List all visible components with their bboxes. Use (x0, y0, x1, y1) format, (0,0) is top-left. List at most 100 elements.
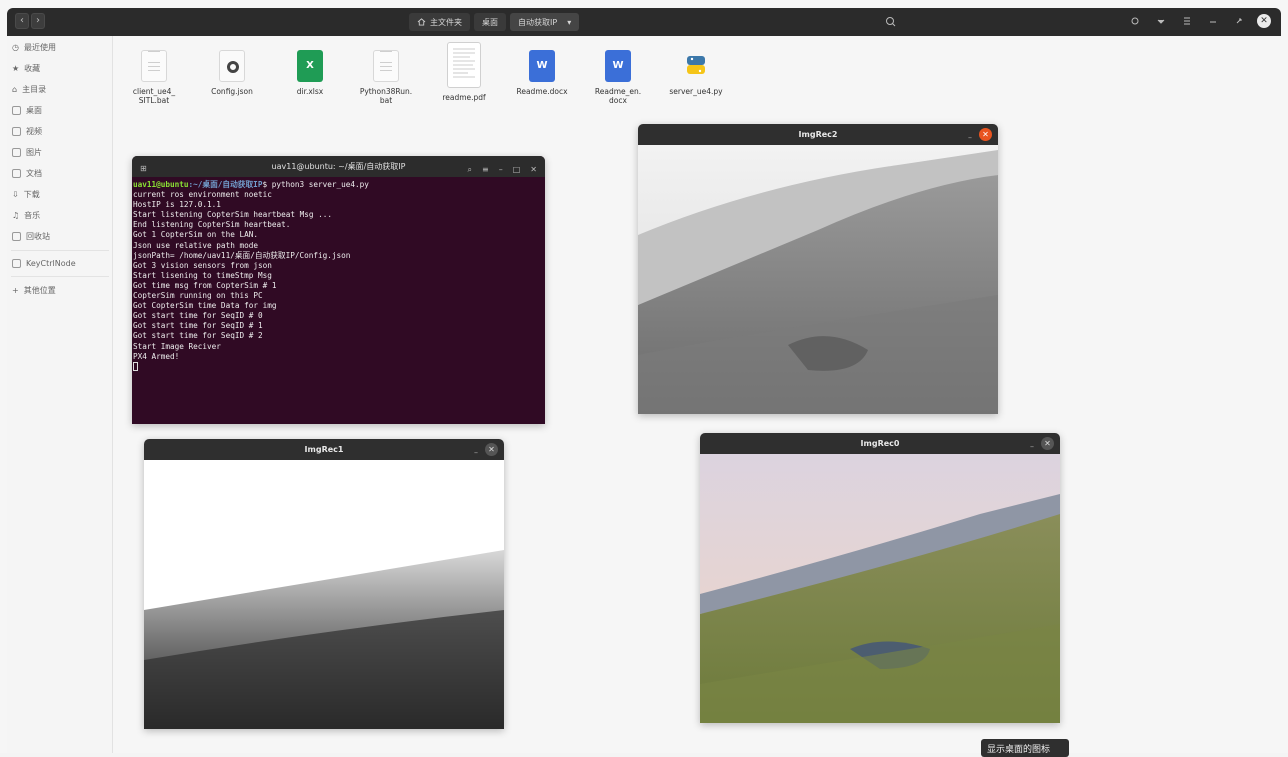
sidebar-item-documents[interactable]: 文档 (12, 166, 42, 180)
header-actions: ✕ (1127, 13, 1271, 29)
sidebar-item-downloads[interactable]: ⇩ 下载 (12, 187, 40, 201)
file-name: readme.pdf (442, 93, 486, 102)
python-file-icon (683, 50, 709, 82)
window-title: ImgRec1 (304, 445, 344, 454)
sidebar-item-other-locations[interactable]: + 其他位置 (12, 283, 56, 297)
sidebar-item-music[interactable]: ♫ 音乐 (12, 208, 40, 222)
pdf-file-icon (447, 42, 481, 88)
terminal-line: Start lisening to timeStmp Msg (133, 270, 272, 280)
file-item[interactable]: readme.pdf (433, 42, 495, 102)
terminal-window[interactable]: ⊞ uav11@ubuntu: ~/桌面/自动获取IP ⌕ ≡ – □ ✕ ua… (132, 156, 545, 424)
plus-icon: + (12, 285, 19, 295)
imgrec2-titlebar[interactable]: ImgRec2 – ✕ (638, 124, 998, 145)
terminal-output[interactable]: uav11@ubuntu:~/桌面/自动获取IP$ python3 server… (132, 177, 545, 375)
sidebar-divider (11, 276, 109, 277)
sidebar-item-home[interactable]: ⌂ 主目录 (12, 82, 46, 96)
maximize-button[interactable] (1231, 13, 1247, 29)
sidebar-item-recent[interactable]: ◷ 最近使用 (12, 40, 56, 54)
window-title: ImgRec0 (860, 439, 900, 448)
camera-image-grayscale (638, 145, 998, 414)
terminal-line: Json use relative path mode (133, 240, 258, 250)
imgrec1-window[interactable]: ImgRec1 – ✕ (144, 439, 504, 729)
imgrec0-titlebar[interactable]: ImgRec0 – ✕ (700, 433, 1060, 454)
file-name: server_ue4.py (669, 87, 723, 96)
text-file-icon (141, 50, 167, 82)
prompt-user: uav11@ubuntu (133, 180, 189, 189)
close-icon[interactable]: ✕ (1041, 437, 1054, 450)
crumb-current-folder[interactable]: 自动获取IP ▾ (510, 13, 580, 31)
sidebar-divider (11, 250, 109, 251)
back-button[interactable]: ‹ (15, 13, 29, 29)
imgrec0-window[interactable]: ImgRec0 – ✕ (700, 433, 1060, 723)
camera-image-depth (144, 460, 504, 729)
sidebar-item-pictures[interactable]: 图片 (12, 145, 42, 159)
file-name: Readme_en. docx (594, 87, 642, 105)
sidebar-item-starred[interactable]: ★ 收藏 (12, 61, 40, 75)
word-file-icon: W (529, 50, 555, 82)
sidebar-item-videos[interactable]: 视频 (12, 124, 42, 138)
home-icon (417, 18, 426, 26)
minimize-icon[interactable]: – (499, 159, 503, 180)
desktop-icon (12, 105, 21, 115)
file-name: Readme.docx (516, 87, 568, 96)
forward-button[interactable]: › (31, 13, 45, 29)
terminal-titlebar[interactable]: ⊞ uav11@ubuntu: ~/桌面/自动获取IP ⌕ ≡ – □ ✕ (132, 156, 545, 177)
sidebar: ◷ 最近使用 ★ 收藏 ⌂ 主目录 桌面 视频 图片 文档 ⇩ 下载 ♫ 音乐 … (7, 36, 113, 753)
close-icon[interactable]: ✕ (485, 443, 498, 456)
crumb-label: 自动获取IP (518, 17, 558, 27)
minimize-icon (1210, 21, 1216, 23)
sidebar-item-trash[interactable]: 回收站 (12, 229, 50, 243)
terminal-title: uav11@ubuntu: ~/桌面/自动获取IP (271, 162, 406, 171)
prompt-command: $ python3 server_ue4.py (262, 180, 369, 189)
file-item[interactable]: W Readme_en. docx (587, 50, 649, 105)
music-icon: ♫ (12, 210, 20, 220)
terminal-line: current ros environment noetic (133, 190, 272, 200)
sidebar-item-label: 视频 (26, 126, 42, 136)
menu-icon[interactable]: ≡ (482, 159, 489, 180)
imgrec1-titlebar[interactable]: ImgRec1 – ✕ (144, 439, 504, 460)
terminal-line: Got 1 CopterSim on the LAN. (133, 230, 258, 240)
crumb-label: 主文件夹 (430, 17, 462, 27)
sidebar-item-keyctrlnode[interactable]: KeyCtrlNode (12, 256, 76, 270)
document-icon (12, 168, 21, 178)
file-item[interactable]: client_ue4_ SITL.bat (123, 50, 185, 105)
file-item[interactable]: Config.json (201, 50, 263, 96)
file-item[interactable]: W Readme.docx (511, 50, 573, 96)
sidebar-item-desktop[interactable]: 桌面 (12, 103, 42, 117)
file-item[interactable]: Python38Run. bat (355, 50, 417, 105)
maximize-icon[interactable]: □ (513, 159, 521, 180)
menu-icon (1184, 17, 1190, 25)
show-desktop-tooltip: 显示桌面的图标 (981, 739, 1069, 757)
json-file-icon (219, 50, 245, 82)
desktop-screen: ‹ › 主文件夹 桌面 自动获取IP ▾ ✕ ◷ 最近使用 ★ 收藏 ⌂ 主目录… (0, 0, 1288, 757)
image-icon (12, 147, 21, 157)
search-icon (886, 17, 896, 27)
drive-icon (12, 258, 21, 268)
sidebar-item-label: 音乐 (24, 210, 41, 220)
star-icon: ★ (12, 63, 20, 73)
terminal-line: Start listening CopterSim heartbeat Msg … (133, 210, 333, 220)
view-options-button[interactable] (1153, 13, 1169, 29)
minimize-button[interactable] (1205, 13, 1221, 29)
crumb-home[interactable]: 主文件夹 (409, 13, 470, 31)
crumb-desktop[interactable]: 桌面 (474, 13, 506, 31)
chevron-down-icon: ▾ (567, 17, 572, 27)
close-icon[interactable]: ✕ (530, 159, 537, 180)
imgrec2-window[interactable]: ImgRec2 – ✕ (638, 124, 998, 414)
new-tab-icon[interactable]: ⊞ (140, 158, 147, 179)
home-icon: ⌂ (12, 84, 18, 94)
search-icon[interactable]: ⌕ (468, 159, 472, 180)
terminal-line: PX4 Armed! (133, 351, 180, 361)
trash-icon (12, 231, 21, 241)
sidebar-item-label: 其他位置 (23, 285, 56, 295)
sidebar-item-label: KeyCtrlNode (26, 258, 76, 268)
terminal-line: CopterSim running on this PC (133, 291, 263, 301)
close-button[interactable]: ✕ (1257, 14, 1271, 28)
menu-button[interactable] (1179, 13, 1195, 29)
close-icon[interactable]: ✕ (979, 128, 992, 141)
file-item[interactable]: X dir.xlsx (279, 50, 341, 96)
view-toggle-button[interactable] (1127, 13, 1143, 29)
search-button[interactable] (882, 13, 900, 31)
chevron-down-icon (1157, 19, 1165, 24)
file-item[interactable]: server_ue4.py (665, 50, 727, 96)
